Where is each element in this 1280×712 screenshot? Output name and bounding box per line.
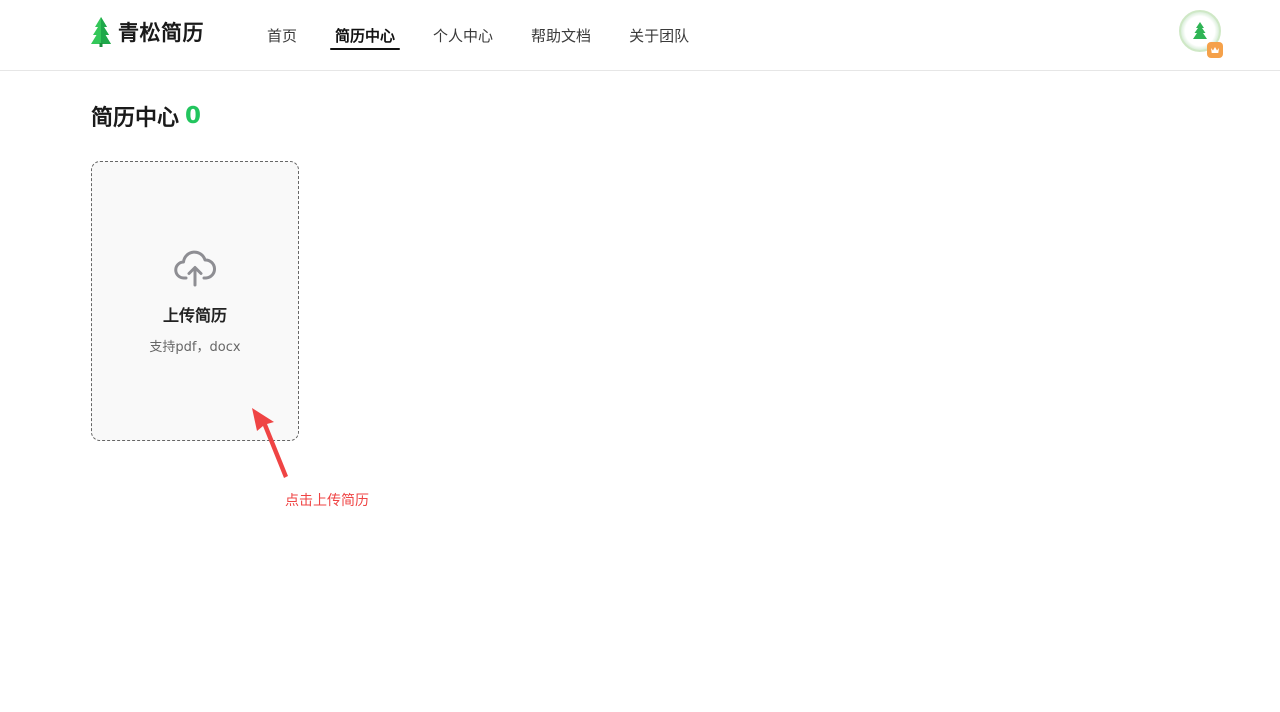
upload-label: 上传简历 [162,306,227,325]
nav-item-resume-center[interactable]: 简历中心 [330,0,401,70]
nav-item-home[interactable]: 首页 [262,0,302,70]
main-nav: 首页 简历中心 个人中心 帮助文档 关于团队 [262,0,722,70]
pine-tree-icon [91,17,111,47]
vip-badge [1207,42,1223,58]
page-title: 简历中心 0 [91,101,201,131]
pine-tree-icon [1193,22,1207,39]
upload-hint: 支持pdf，docx [149,340,241,355]
avatar[interactable] [1179,10,1223,58]
nav-item-personal-center[interactable]: 个人中心 [428,0,498,70]
nav-item-help-docs[interactable]: 帮助文档 [526,0,596,70]
logo[interactable]: 青松简历 [90,16,204,48]
annotation-text: 点击上传简历 [285,493,369,509]
logo-text: 青松简历 [118,21,204,45]
top-header: 青松简历 首页 简历中心 个人中心 帮助文档 关于团队 [0,0,1280,71]
crown-icon [1211,47,1219,53]
page-title-text: 简历中心 [91,106,180,131]
annotation-arrow-icon [252,408,288,478]
cloud-upload-icon [174,250,216,287]
resume-count: 0 [185,103,202,129]
upload-resume-card[interactable]: 上传简历 支持pdf，docx [91,161,299,441]
nav-item-about-team[interactable]: 关于团队 [624,0,694,70]
